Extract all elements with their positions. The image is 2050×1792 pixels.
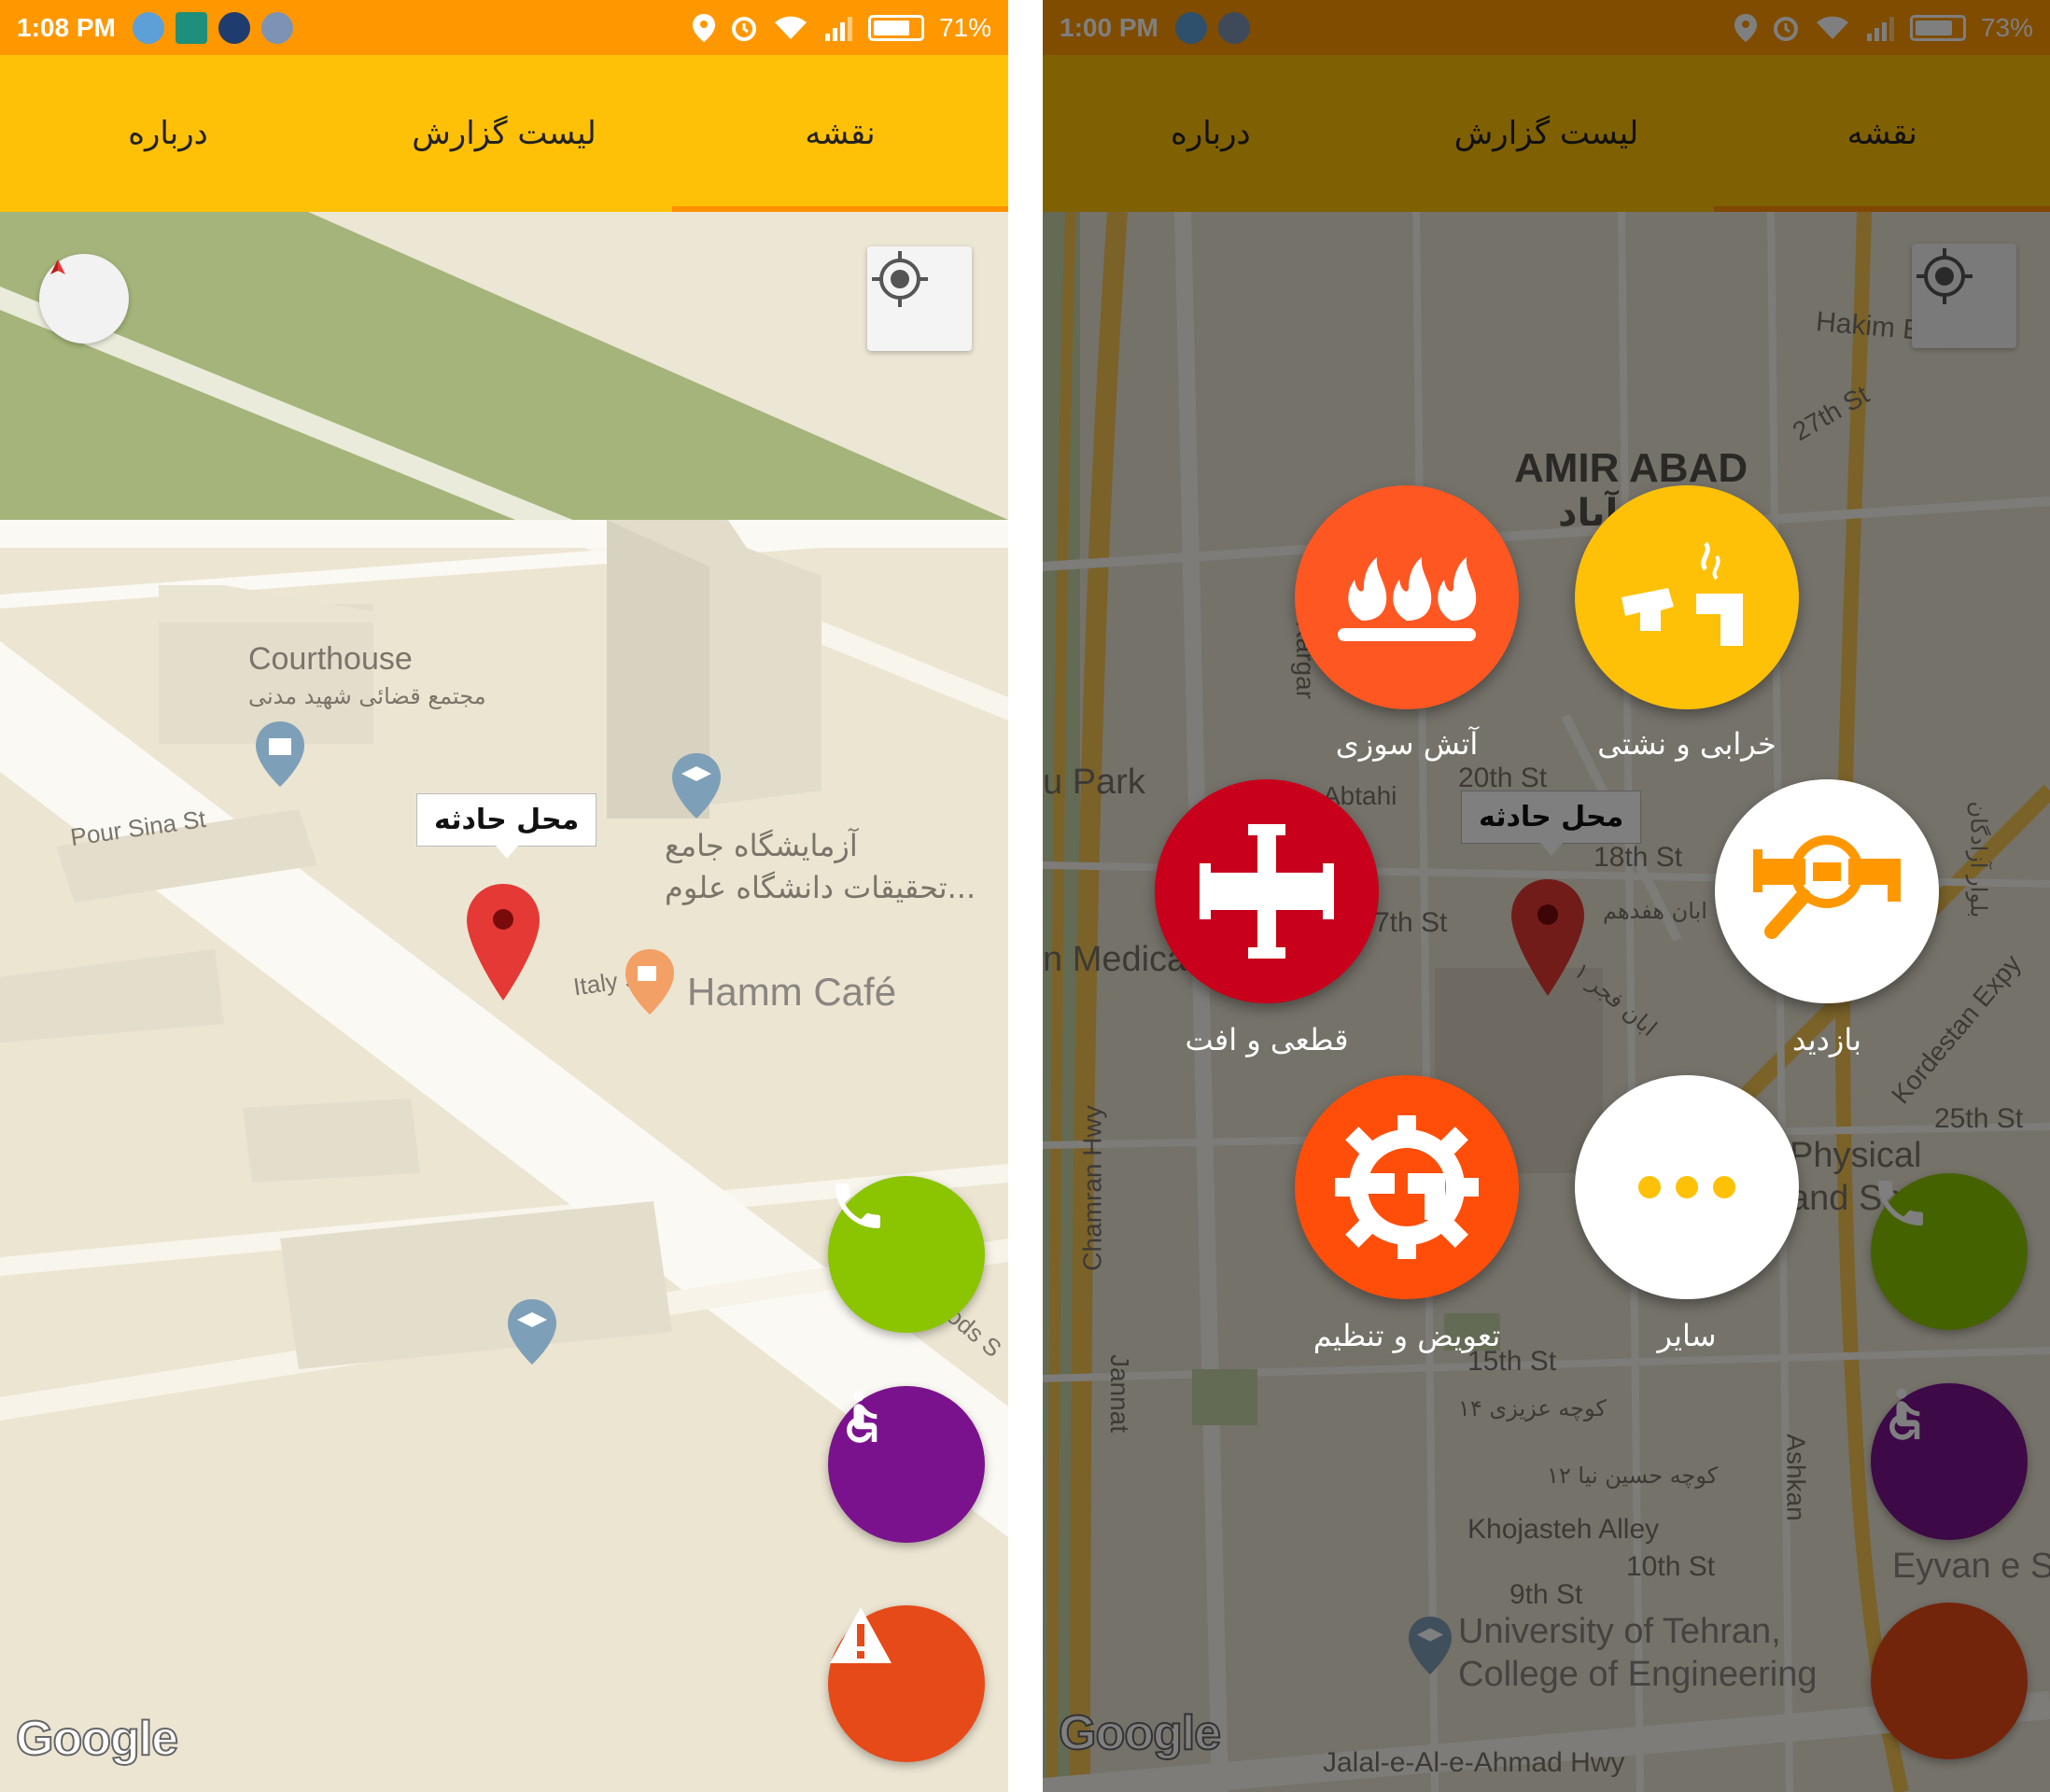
map-label-courthouse-fa: مجتمع قضائی شهید مدنی (248, 683, 486, 709)
wifi-icon (774, 16, 807, 39)
menu-inspection-button[interactable] (1715, 779, 1939, 1003)
menu-inspection-label: بازدید (1791, 1022, 1862, 1057)
menu-outage-button[interactable] (1155, 779, 1379, 1003)
map-label-hamm-cafe: Hamm Café (687, 970, 897, 1014)
app-notification-icon (260, 11, 293, 44)
alarm-icon (731, 16, 756, 41)
map-view[interactable]: Courthouse مجتمع قضائی شهید مدنی Pour Si… (0, 212, 1008, 1792)
map-label-lab-line2: تحقیقات دانشگاه علوم... (665, 870, 976, 905)
menu-leak-label: خرابی و نشتی (1597, 726, 1776, 762)
accessibility-button[interactable] (828, 1386, 985, 1543)
app-notification-icon (175, 11, 207, 44)
status-icons: 71% (692, 12, 991, 43)
tab-bar: درباره لیست گزارش نقشه (0, 55, 1008, 212)
status-bar: 1:08 PM 71% (0, 0, 1008, 55)
menu-replace-button[interactable] (1295, 1075, 1519, 1299)
map-label-courthouse: Courthouse (248, 641, 413, 677)
wheelchair-icon (847, 1391, 878, 1443)
battery-icon (867, 14, 924, 41)
incident-pin-icon[interactable] (467, 884, 540, 1001)
location-icon (692, 13, 715, 42)
pipe-inspect-icon (1753, 835, 1901, 939)
status-time: 1:08 PM (17, 12, 116, 42)
compass-button[interactable] (39, 254, 129, 343)
compass-icon (50, 259, 65, 274)
university-marker-icon[interactable] (670, 753, 723, 819)
fire-icon (1338, 557, 1477, 641)
cafe-marker-icon[interactable] (624, 949, 676, 1015)
incident-location-callout: محل حادثه (416, 793, 597, 859)
menu-fire-label: آتش سوزی (1335, 726, 1479, 762)
my-location-button[interactable] (867, 246, 972, 351)
menu-leak-button[interactable] (1575, 485, 1799, 709)
app-notification-icon (218, 11, 250, 44)
tab-report-list[interactable]: لیست گزارش (336, 55, 672, 212)
map-label-lab-line1: آزمایشگاه جامع (665, 828, 858, 863)
pipe-cross-icon (1200, 824, 1334, 959)
battery-percent: 71% (938, 12, 991, 42)
university-marker-icon[interactable] (506, 1299, 558, 1365)
phone-screen-right: 1:00 PM 73% درباره لیست گزارش نقشه (1043, 0, 2050, 1792)
tab-about[interactable]: درباره (0, 55, 336, 212)
warning-icon (830, 1607, 892, 1663)
menu-replace-label: تعویض و تنظیم (1313, 1318, 1501, 1353)
menu-other-label: سایر (1657, 1318, 1717, 1353)
gear-pipe-icon (1335, 1115, 1479, 1259)
courthouse-marker-icon[interactable] (254, 721, 306, 787)
menu-fire-button[interactable] (1295, 485, 1519, 709)
signal-icon (824, 16, 852, 41)
phone-screen-left: 1:08 PM 71% درباره لیست گزارش نقشه Court… (0, 0, 1008, 1792)
menu-other-button[interactable] (1575, 1075, 1799, 1299)
phone-icon (835, 1183, 880, 1228)
menu-outage-label: قطعی و افت (1185, 1022, 1349, 1057)
more-icon (1638, 1176, 1735, 1198)
broken-pipe-icon (1622, 541, 1743, 646)
google-logo: Google (15, 1711, 179, 1767)
tab-map[interactable]: نقشه (672, 55, 1008, 212)
crosshair-icon (872, 251, 928, 307)
app-notification-icon (132, 11, 164, 44)
call-button[interactable] (828, 1176, 985, 1333)
report-alert-button[interactable] (828, 1605, 985, 1762)
